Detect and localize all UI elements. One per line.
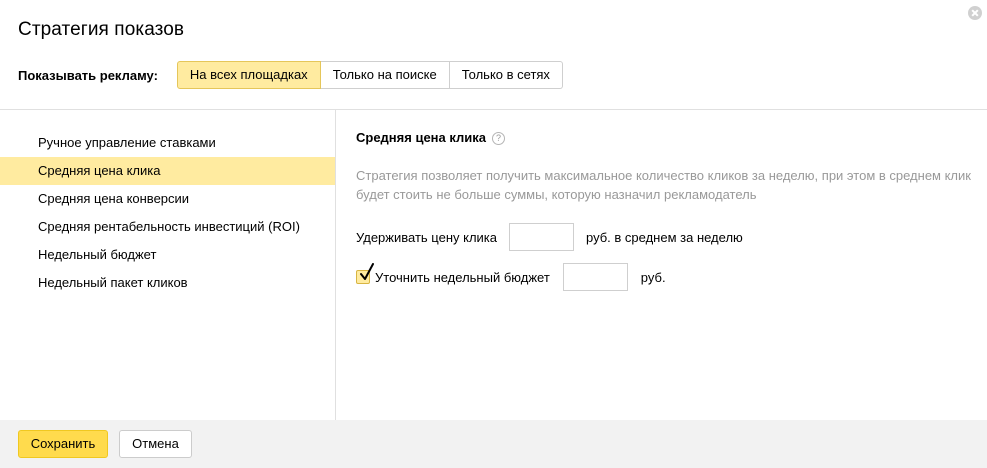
weekly-budget-suffix: руб. bbox=[640, 269, 666, 285]
placement-option-all[interactable]: На всех площадках bbox=[176, 61, 321, 89]
avg-price-input[interactable] bbox=[509, 223, 574, 251]
placement-option-networks[interactable]: Только в сетях bbox=[449, 61, 563, 89]
dialog-title: Стратегия показов bbox=[18, 19, 185, 40]
strategy-item-weekly-budget[interactable]: Недельный бюджет bbox=[0, 241, 335, 269]
strategy-description: Стратегия позволяет получить максимально… bbox=[356, 168, 971, 202]
strategy-detail-panel: Средняя цена клика ? Стратегия позволяет… bbox=[356, 129, 976, 291]
strategy-item-roi[interactable]: Средняя рентабельность инвестиций (ROI) bbox=[0, 213, 335, 241]
checkmark-icon bbox=[360, 263, 374, 280]
show-ads-row: Показывать рекламу: На всех площадках То… bbox=[18, 61, 563, 89]
show-ads-label: Показывать рекламу: bbox=[18, 67, 158, 83]
avg-price-label: Удерживать цену клика bbox=[356, 229, 497, 245]
panel-divider bbox=[335, 110, 336, 420]
avg-price-suffix: руб. в среднем за неделю bbox=[586, 229, 743, 245]
strategy-detail-title-text: Средняя цена клика bbox=[356, 130, 487, 145]
strategy-item-avg-conversion-price[interactable]: Средняя цена конверсии bbox=[0, 185, 335, 213]
cancel-button[interactable]: Отмена bbox=[119, 430, 192, 458]
weekly-budget-label[interactable]: Уточнить недельный бюджет bbox=[375, 270, 550, 285]
weekly-budget-row: Уточнить недельный бюджет руб. bbox=[356, 263, 666, 291]
placement-option-search[interactable]: Только на поиске bbox=[320, 61, 450, 89]
weekly-budget-input[interactable] bbox=[562, 263, 628, 291]
strategy-item-manual[interactable]: Ручное управление ставками bbox=[0, 129, 335, 157]
strategy-list: Ручное управление ставками Средняя цена … bbox=[0, 129, 335, 297]
avg-price-row: Удерживать цену клика руб. в среднем за … bbox=[356, 223, 743, 251]
strategy-item-weekly-clicks[interactable]: Недельный пакет кликов bbox=[0, 269, 335, 297]
strategy-item-avg-click-price[interactable]: Средняя цена клика bbox=[0, 157, 335, 185]
weekly-budget-checkbox[interactable] bbox=[356, 263, 374, 284]
save-button[interactable]: Сохранить bbox=[18, 430, 108, 458]
placement-segmented-control: На всех площадках Только на поиске Тольк… bbox=[176, 61, 563, 89]
question-icon[interactable]: ? bbox=[492, 131, 506, 145]
header-divider bbox=[0, 109, 987, 110]
close-icon[interactable] bbox=[968, 6, 982, 20]
strategy-detail-title: Средняя цена клика ? bbox=[356, 129, 976, 147]
dialog-footer: Сохранить Отмена bbox=[0, 420, 987, 468]
strategy-dialog: Стратегия показов Показывать рекламу: На… bbox=[0, 0, 987, 468]
